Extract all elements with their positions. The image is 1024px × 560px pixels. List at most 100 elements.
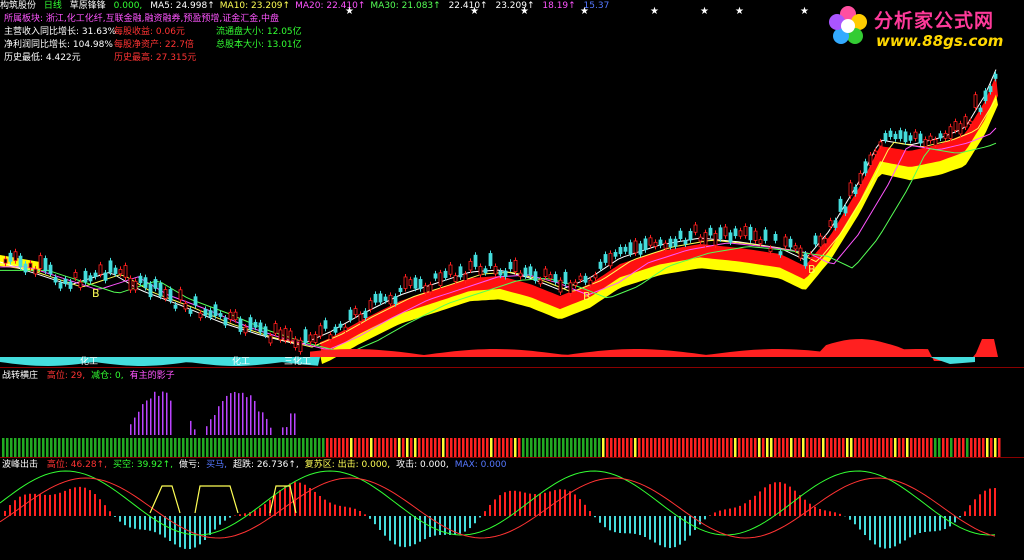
panel2-strip-bar <box>518 438 521 457</box>
candle-body <box>863 161 868 174</box>
candle-body <box>128 277 133 291</box>
panel3-histogram-bar <box>864 516 866 536</box>
main-price-chart[interactable]: ★ ★ ★ ★ ★ ★ ★ ★ B B B 化工 化工 三化工 <box>0 0 1024 368</box>
panel3-histogram-bar <box>344 506 346 516</box>
candle-body <box>308 334 313 343</box>
buy-marker-label: B <box>583 290 591 303</box>
candle-body <box>808 253 813 258</box>
panel2-strip-bar <box>594 438 597 457</box>
candle-body <box>288 330 293 342</box>
panel3-histogram-bar <box>184 516 186 549</box>
candle-body <box>603 254 608 263</box>
panel3-histogram-bar <box>219 516 221 525</box>
panel3-histogram-bar <box>549 491 551 516</box>
candle-body <box>588 279 593 286</box>
panel2-strip-bar <box>962 438 965 457</box>
candle-body <box>53 276 58 283</box>
candle-body <box>438 272 443 286</box>
panel3-histogram-bar <box>474 516 476 524</box>
panel2-strip-bar <box>842 438 845 457</box>
panel2-strip-bar <box>870 438 873 457</box>
candle-body <box>303 329 308 343</box>
panel3-histogram-bar <box>369 516 371 519</box>
candle-body <box>463 273 468 281</box>
panel2-strip-bar <box>346 438 349 457</box>
panel2-strip-bar <box>698 438 701 457</box>
candle-body <box>578 275 583 281</box>
panel2-strip-bar <box>634 438 637 457</box>
panel2-strip-bar <box>762 438 765 457</box>
candle-body <box>933 139 938 146</box>
candle-body <box>483 268 488 274</box>
panel3-histogram-bar <box>519 491 521 516</box>
panel3-histogram-bar <box>799 495 801 516</box>
panel2-strip-bar <box>786 438 789 457</box>
candle-body <box>473 254 478 267</box>
candle-body <box>978 107 983 113</box>
panel2-strip-bar <box>146 438 149 457</box>
panel3-histogram-bar <box>404 516 406 548</box>
panel2-strip-bar <box>742 438 745 457</box>
panel3-histogram-bar <box>889 516 891 549</box>
candle-body <box>718 227 723 240</box>
panel3-histogram-bar <box>54 494 56 516</box>
panel2-strip-bar <box>826 438 829 457</box>
candle-body <box>828 220 833 228</box>
panel3-histogram-bar <box>794 490 796 516</box>
panel2-bar <box>206 426 208 435</box>
panel3-histogram-bar <box>544 492 546 516</box>
panel3-histogram-bar <box>894 516 896 547</box>
panel2-strip-bar <box>170 438 173 457</box>
panel2-bar <box>210 419 212 435</box>
panel3-histogram-bar <box>829 511 831 516</box>
panel3-histogram-bar <box>374 516 376 525</box>
signal-star-icon: ★ <box>735 6 744 17</box>
panel3-chart[interactable] <box>0 458 1024 560</box>
candle-body <box>903 131 908 143</box>
panel2-strip-bar <box>194 438 197 457</box>
candle-body <box>163 289 168 299</box>
panel2-strip-bar <box>466 438 469 457</box>
candle-body <box>98 264 103 275</box>
candle-body <box>858 172 863 185</box>
candle-body <box>853 186 858 195</box>
candle-body <box>368 300 373 310</box>
candle-body <box>758 239 763 244</box>
panel2-strip-bar <box>782 438 785 457</box>
panel2-strip-bar <box>642 438 645 457</box>
panel3-histogram-bar <box>784 483 786 516</box>
panel3-histogram-bar <box>639 516 641 536</box>
candle-body <box>433 273 438 279</box>
candle-body <box>488 253 493 267</box>
panel3-histogram-bar <box>674 516 676 548</box>
candle-body <box>583 275 588 283</box>
panel3-histogram-bar <box>609 516 611 531</box>
panel2-strip-bar <box>646 438 649 457</box>
panel3-histogram-bar <box>329 502 331 516</box>
panel3-histogram-bar <box>699 516 701 525</box>
panel2-strip-bar <box>818 438 821 457</box>
candle-body <box>108 260 113 273</box>
panel2-strip-bar <box>738 438 741 457</box>
panel2-strip-bar <box>858 438 861 457</box>
panel2-strip-bar <box>70 438 73 457</box>
panel3-histogram-bar <box>634 516 636 534</box>
panel3-histogram-bar <box>559 489 561 516</box>
panel2-bar <box>150 398 152 435</box>
panel2-strip-bar <box>114 438 117 457</box>
candle-body <box>8 252 13 262</box>
panel2-chart[interactable] <box>0 369 1024 457</box>
panel2-strip-bar <box>454 438 457 457</box>
panel2-strip-bar <box>198 438 201 457</box>
candle-body <box>888 130 893 137</box>
panel2-strip-bar <box>374 438 377 457</box>
panel3-histogram-bar <box>359 510 361 516</box>
candle-body <box>133 280 138 291</box>
panel2-strip-bar <box>30 438 33 457</box>
panel2-strip-bar <box>878 438 881 457</box>
panel2-strip-bar <box>850 438 853 457</box>
panel2-strip-bar <box>794 438 797 457</box>
panel3-histogram-bar <box>284 486 286 516</box>
panel3-histogram-bar <box>584 504 586 516</box>
panel2-strip-bar <box>390 438 393 457</box>
